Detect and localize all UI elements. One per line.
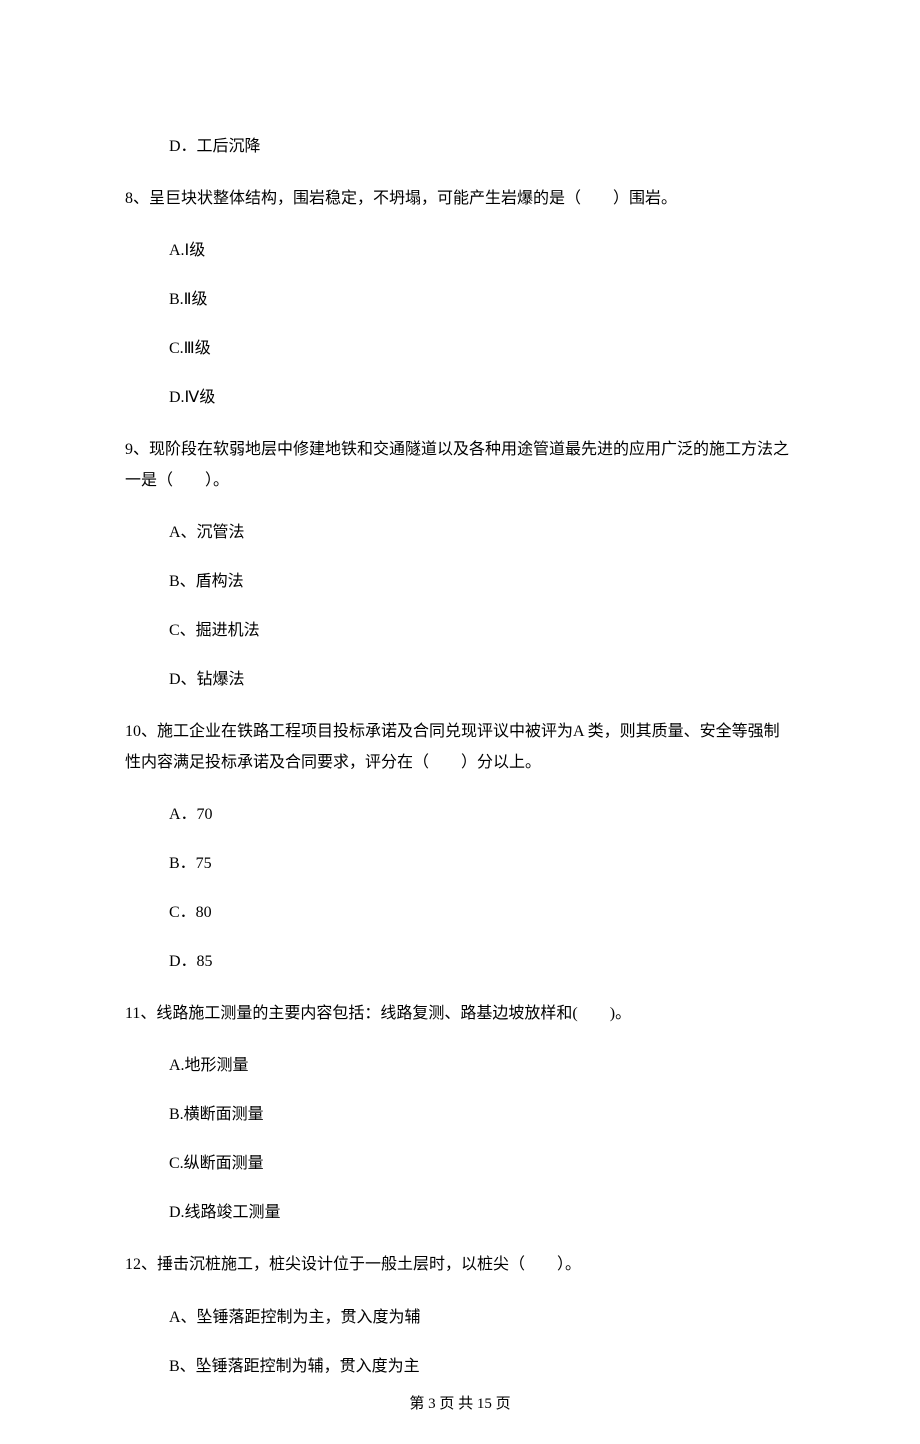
q8-option-c: C.Ⅲ级 — [125, 337, 795, 361]
q9-option-a: A、沉管法 — [125, 521, 795, 545]
q11-option-d: D.线路竣工测量 — [125, 1201, 795, 1225]
q10-option-d: D．85 — [125, 950, 795, 974]
q11-option-c: C.纵断面测量 — [125, 1152, 795, 1176]
q11-stem: 11、线路施工测量的主要内容包括：线路复测、路基边坡放样和( )。 — [125, 999, 795, 1029]
q9-option-c: C、掘进机法 — [125, 619, 795, 643]
q8-stem: 8、呈巨块状整体结构，围岩稳定，不坍塌，可能产生岩爆的是（ ）围岩。 — [125, 184, 795, 214]
q10-option-b: B．75 — [125, 852, 795, 876]
q8-option-d: D.Ⅳ级 — [125, 386, 795, 410]
q12-option-b: B、坠锤落距控制为辅，贯入度为主 — [125, 1355, 795, 1379]
q9-stem: 9、现阶段在软弱地层中修建地铁和交通隧道以及各种用途管道最先进的应用广泛的施工方… — [125, 435, 795, 496]
q10-option-c: C．80 — [125, 901, 795, 925]
q9-option-b: B、盾构法 — [125, 570, 795, 594]
q10-stem: 10、施工企业在铁路工程项目投标承诺及合同兑现评议中被评为A 类，则其质量、安全… — [125, 717, 795, 778]
q10-option-a: A．70 — [125, 803, 795, 827]
q12-option-a: A、坠锤落距控制为主，贯入度为辅 — [125, 1306, 795, 1330]
page-footer: 第 3 页 共 15 页 — [0, 1393, 920, 1416]
q12-stem: 12、捶击沉桩施工，桩尖设计位于一般土层时，以桩尖（ ）。 — [125, 1250, 795, 1280]
q7-option-d: D．工后沉降 — [125, 135, 795, 159]
q11-option-b: B.横断面测量 — [125, 1103, 795, 1127]
q8-option-b: B.Ⅱ级 — [125, 288, 795, 312]
page: D．工后沉降 8、呈巨块状整体结构，围岩稳定，不坍塌，可能产生岩爆的是（ ）围岩… — [0, 0, 920, 1444]
q11-option-a: A.地形测量 — [125, 1054, 795, 1078]
q8-option-a: A.Ⅰ级 — [125, 239, 795, 263]
q9-option-d: D、钻爆法 — [125, 668, 795, 692]
